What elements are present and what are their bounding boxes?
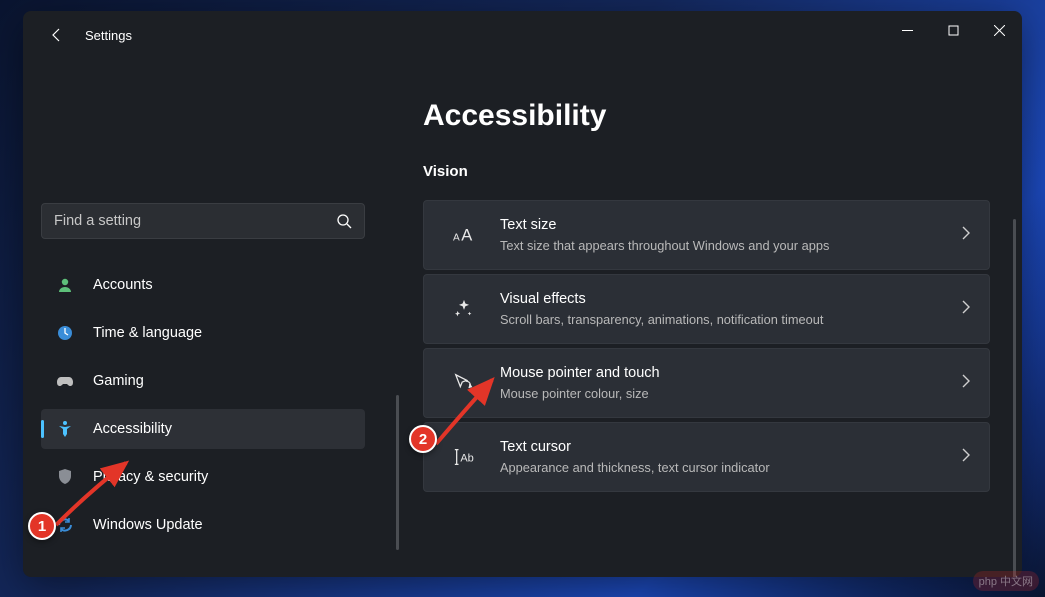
card-title: Mouse pointer and touch [500, 364, 961, 384]
search-input[interactable] [54, 213, 336, 229]
mouse-pointer-icon [450, 372, 478, 394]
sidebar-item-label: Accounts [93, 277, 153, 293]
card-text-cursor[interactable]: Ab Text cursor Appearance and thickness,… [423, 422, 990, 492]
card-title: Text size [500, 216, 961, 236]
text-cursor-icon: Ab [450, 446, 478, 468]
settings-window: Settings [23, 11, 1022, 577]
sidebar-item-accessibility[interactable]: Accessibility [41, 409, 365, 449]
chevron-right-icon [961, 448, 971, 467]
search-icon [336, 213, 352, 229]
sidebar-item-gaming[interactable]: Gaming [41, 361, 365, 401]
window-title: Settings [85, 28, 132, 43]
page-title: Accessibility [423, 99, 994, 133]
chevron-right-icon [961, 300, 971, 319]
sidebar-item-label: Time & language [93, 325, 202, 341]
titlebar: Settings [23, 11, 1022, 59]
text-size-icon: AA [450, 224, 478, 246]
card-desc: Mouse pointer colour, size [500, 385, 961, 402]
time-language-icon [55, 323, 75, 343]
sidebar-item-apps[interactable]: Apps [41, 247, 365, 257]
settings-cards: AA Text size Text size that appears thro… [423, 200, 994, 492]
card-text-size[interactable]: AA Text size Text size that appears thro… [423, 200, 990, 270]
gaming-icon [55, 371, 75, 391]
card-desc: Text size that appears throughout Window… [500, 237, 961, 254]
annotation-badge-2: 2 [409, 425, 437, 453]
card-desc: Appearance and thickness, text cursor in… [500, 459, 961, 476]
search-box[interactable] [41, 203, 365, 239]
maximize-button[interactable] [930, 11, 976, 49]
card-mouse-pointer[interactable]: Mouse pointer and touch Mouse pointer co… [423, 348, 990, 418]
nav-list: Apps Accounts Time & language [41, 247, 365, 577]
sidebar-item-label: Privacy & security [93, 469, 208, 485]
maximize-icon [948, 25, 959, 36]
arrow-left-icon [49, 27, 65, 43]
body: Apps Accounts Time & language [23, 59, 1022, 577]
sidebar-item-windows-update[interactable]: Windows Update [41, 505, 365, 545]
close-button[interactable] [976, 11, 1022, 49]
annotation-badge-1: 1 [28, 512, 56, 540]
sidebar: Apps Accounts Time & language [23, 59, 383, 577]
accounts-icon [55, 275, 75, 295]
svg-text:Ab: Ab [460, 453, 473, 465]
minimize-icon [902, 25, 913, 36]
card-visual-effects[interactable]: Visual effects Scroll bars, transparency… [423, 274, 990, 344]
window-controls [884, 11, 1022, 59]
chevron-right-icon [961, 374, 971, 393]
close-icon [994, 25, 1005, 36]
card-desc: Scroll bars, transparency, animations, n… [500, 311, 961, 328]
back-button[interactable] [37, 15, 77, 55]
sidebar-item-accounts[interactable]: Accounts [41, 265, 365, 305]
section-title: Vision [423, 163, 994, 180]
accessibility-icon [55, 419, 75, 439]
visual-effects-icon [450, 298, 478, 320]
sidebar-item-label: Gaming [93, 373, 144, 389]
svg-text:A: A [461, 227, 472, 245]
content-scrollbar[interactable] [1013, 219, 1016, 577]
watermark: php 中文网 [973, 571, 1039, 591]
card-title: Visual effects [500, 290, 961, 310]
chevron-right-icon [961, 226, 971, 245]
privacy-icon [55, 467, 75, 487]
windows-update-icon [55, 515, 75, 535]
sidebar-item-label: Windows Update [93, 517, 203, 533]
minimize-button[interactable] [884, 11, 930, 49]
content-area: Accessibility Vision AA Text size Text s… [383, 59, 1022, 577]
sidebar-item-time-language[interactable]: Time & language [41, 313, 365, 353]
sidebar-item-label: Accessibility [93, 421, 172, 437]
card-title: Text cursor [500, 438, 961, 458]
sidebar-item-privacy[interactable]: Privacy & security [41, 457, 365, 497]
svg-text:A: A [453, 233, 460, 244]
